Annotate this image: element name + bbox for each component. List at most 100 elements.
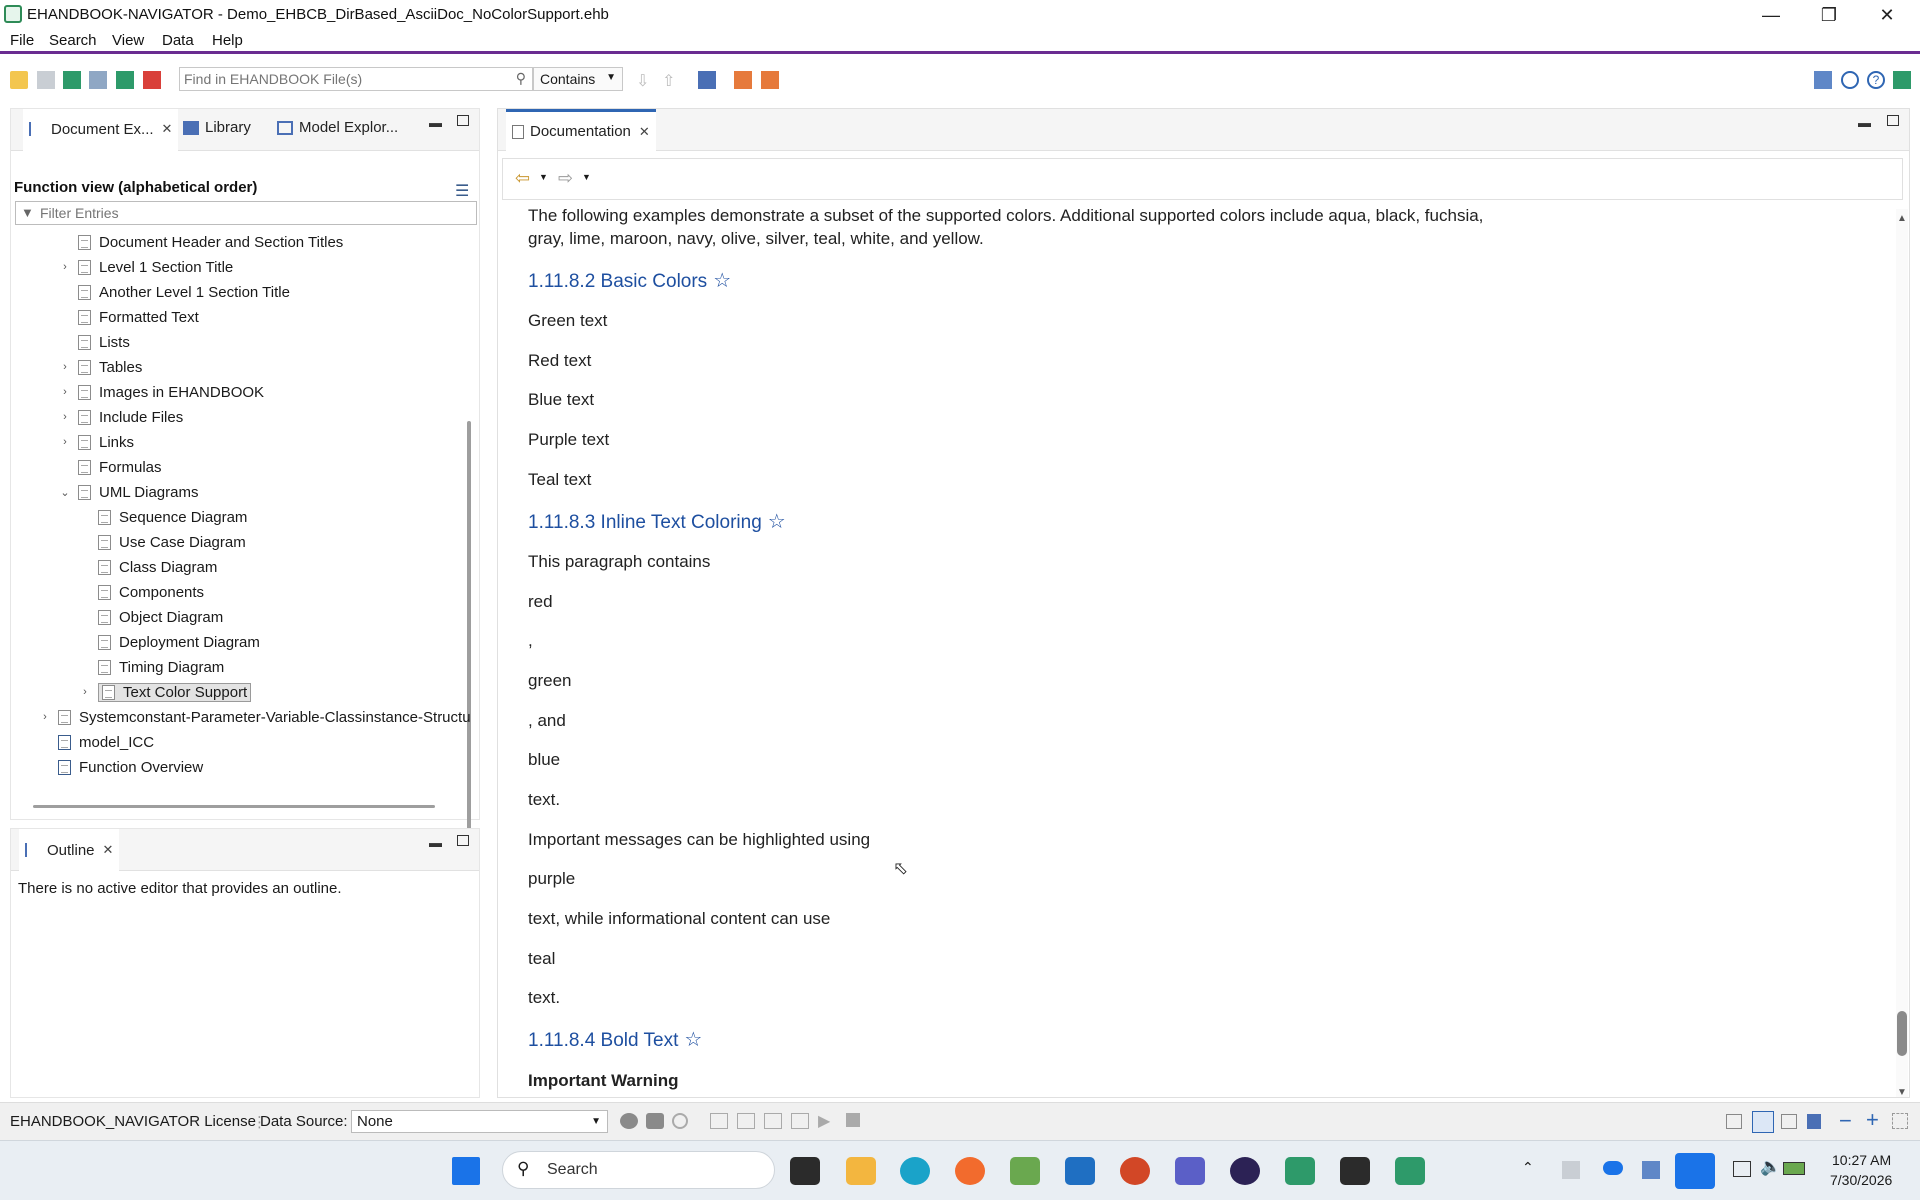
tree-item[interactable]: Document Header and Section Titles [58, 231, 343, 253]
maximize-panel-icon[interactable] [1887, 115, 1899, 126]
paint-icon[interactable] [1010, 1157, 1040, 1185]
share-icon[interactable] [116, 71, 134, 89]
tab-document-explorer[interactable]: Document Ex... ✕ [23, 109, 179, 151]
tab-documentation[interactable]: Documentation ✕ [506, 109, 656, 151]
measure-icon[interactable] [791, 1113, 809, 1129]
ehandbook-active-icon[interactable] [1395, 1157, 1425, 1185]
tab-outline[interactable]: Outline ✕ [19, 829, 120, 871]
tree-item[interactable]: › Systemconstant-Parameter-Variable-Class… [38, 706, 470, 728]
powerpoint-icon[interactable] [1120, 1157, 1150, 1185]
sync-icon[interactable] [1841, 71, 1859, 89]
measure-icon[interactable] [710, 1113, 728, 1129]
arrow-up-icon[interactable]: ⇧ [662, 71, 680, 90]
tree-item-selected[interactable]: › Text Color Support [78, 681, 252, 703]
terminal-icon[interactable] [1340, 1157, 1370, 1185]
doc-scrollbar-thumb[interactable] [1897, 1011, 1907, 1056]
close-icon[interactable]: ✕ [103, 842, 114, 858]
expand-toggle[interactable]: › [58, 261, 72, 273]
edge-icon[interactable] [900, 1157, 930, 1185]
menu-file[interactable]: File [10, 32, 34, 49]
perspective-icon[interactable] [1893, 71, 1911, 89]
forward-icon[interactable]: ⇨ [558, 168, 573, 189]
tree-item[interactable]: Formatted Text [58, 306, 199, 328]
search-mode-select[interactable]: Contains ▼ [533, 67, 623, 91]
fit-icon[interactable] [1892, 1113, 1908, 1129]
close-icon[interactable]: ✕ [162, 121, 173, 137]
eclipse-icon[interactable] [1230, 1157, 1260, 1185]
star-icon[interactable]: ☆ [768, 511, 786, 533]
export-icon[interactable] [63, 71, 81, 89]
tree-item[interactable]: Sequence Diagram [78, 506, 247, 528]
tab-model-explorer[interactable]: Model Explor... [277, 119, 398, 136]
measure-icon[interactable] [737, 1113, 755, 1129]
tray-tool-icon[interactable] [1642, 1161, 1660, 1179]
tree-item[interactable]: Function Overview [38, 756, 203, 778]
expand-toggle[interactable]: › [58, 361, 72, 373]
network-icon[interactable] [1733, 1161, 1751, 1177]
tree-item[interactable]: Another Level 1 Section Title [58, 281, 290, 303]
outlook-icon[interactable] [1065, 1157, 1095, 1185]
clock-date[interactable]: 7/30/2026 [1830, 1172, 1892, 1188]
tree-item[interactable]: Timing Diagram [78, 656, 224, 678]
expand-toggle[interactable]: › [78, 686, 92, 698]
minimize-panel-icon[interactable]: ▬ [1858, 115, 1871, 130]
bookmark-icon[interactable] [698, 71, 716, 89]
tree-item[interactable]: › Tables [58, 356, 142, 378]
data-source-select[interactable]: None ▼ [351, 1110, 608, 1133]
tree-hscrollbar[interactable] [33, 805, 435, 808]
scroll-up-icon[interactable]: ▲ [1897, 213, 1907, 224]
expand-toggle[interactable]: › [38, 711, 52, 723]
measure-icon[interactable] [764, 1113, 782, 1129]
view-menu-icon[interactable]: ☰ [455, 181, 469, 201]
tree-item[interactable]: Class Diagram [78, 556, 217, 578]
play-icon[interactable]: ▶ [818, 1111, 830, 1131]
notes-icon[interactable] [761, 71, 779, 89]
layout-single-icon[interactable] [1726, 1114, 1742, 1129]
zoom-in-icon[interactable]: + [1866, 1107, 1879, 1133]
arrow-down-icon[interactable]: ⇩ [636, 71, 654, 90]
battery-icon[interactable] [1783, 1162, 1805, 1175]
tab-library[interactable]: Library [183, 119, 251, 136]
minimize-panel-icon[interactable]: ▬ [429, 115, 442, 130]
menu-data[interactable]: Data [162, 32, 194, 49]
expand-toggle[interactable]: › [58, 436, 72, 448]
tree-item[interactable]: Formulas [58, 456, 162, 478]
help-icon[interactable]: ? [1867, 71, 1885, 89]
restore-button[interactable]: ❐ [1800, 0, 1858, 30]
refresh-icon[interactable] [672, 1113, 688, 1129]
tree-item[interactable]: Lists [58, 331, 130, 353]
open-folder-icon[interactable] [10, 71, 28, 89]
tree-item[interactable]: model_ICC [38, 731, 154, 753]
tree-item[interactable]: › Include Files [58, 406, 183, 428]
menu-search[interactable]: Search [49, 32, 97, 49]
teams-icon[interactable] [1175, 1157, 1205, 1185]
scroll-down-icon[interactable]: ▼ [1897, 1087, 1907, 1098]
task-view-icon[interactable] [790, 1157, 820, 1185]
minimize-button[interactable]: — [1742, 0, 1800, 30]
menu-view[interactable]: View [112, 32, 144, 49]
back-icon[interactable]: ⇦ [515, 168, 530, 189]
star-icon[interactable]: ☆ [713, 270, 731, 292]
tree-item[interactable]: Use Case Diagram [78, 531, 246, 553]
chevron-down-icon[interactable]: ▼ [582, 172, 591, 182]
settings-icon[interactable] [620, 1113, 638, 1129]
search-icon[interactable]: ⚲ [516, 70, 526, 87]
search-input[interactable] [180, 68, 498, 90]
tree-item[interactable]: Components [78, 581, 204, 603]
pdf-icon[interactable] [143, 71, 161, 89]
expand-toggle[interactable]: ⌄ [58, 486, 72, 499]
chevron-down-icon[interactable]: ▼ [539, 172, 548, 182]
close-button[interactable]: ✕ [1858, 0, 1916, 30]
start-icon[interactable] [452, 1157, 480, 1185]
tree-item[interactable]: ⌄ UML Diagrams [58, 481, 198, 503]
print-icon[interactable] [89, 71, 107, 89]
expand-toggle[interactable]: › [58, 411, 72, 423]
maximize-panel-icon[interactable] [457, 835, 469, 846]
layout-icon[interactable] [1814, 71, 1832, 89]
menu-help[interactable]: Help [212, 32, 243, 49]
taskbar-search[interactable]: ⚲ Search [502, 1151, 775, 1189]
tree-item[interactable]: › Level 1 Section Title [58, 256, 233, 278]
close-icon[interactable]: ✕ [639, 124, 650, 140]
clock-time[interactable]: 10:27 AM [1832, 1152, 1891, 1168]
doc-scrollbar-track[interactable]: ▲ ▼ [1896, 209, 1908, 1098]
